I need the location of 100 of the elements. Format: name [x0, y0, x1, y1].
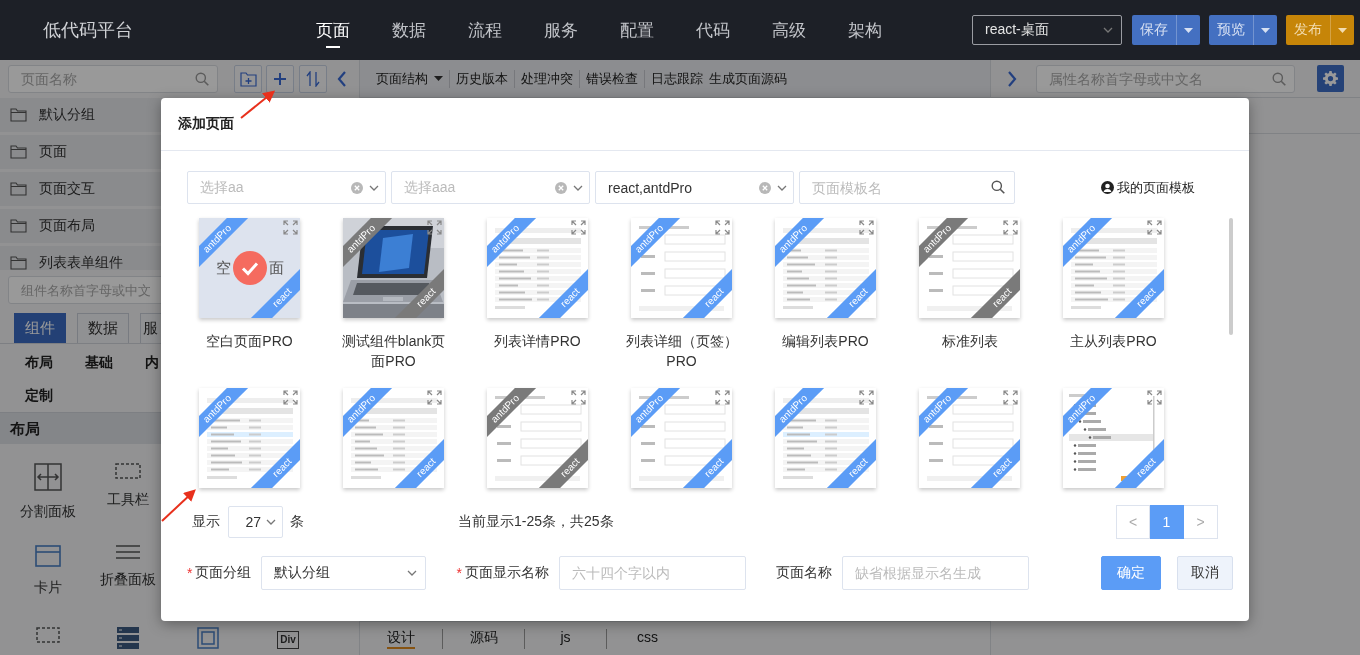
chevron-down-icon: [266, 519, 276, 525]
folder-icon: [10, 108, 27, 122]
chevron-down-icon: [777, 184, 787, 191]
editor-tab[interactable]: 源码: [469, 628, 498, 649]
caret-icon: [1184, 27, 1193, 33]
clear-icon[interactable]: [759, 181, 771, 194]
clear-icon[interactable]: [555, 181, 567, 194]
group-select[interactable]: 默认分组: [261, 556, 427, 590]
page-size-label: 显示: [192, 513, 220, 531]
dropdown-menu[interactable]: 页面结构: [376, 69, 449, 88]
search-icon: [991, 180, 1005, 194]
search-icon: [1272, 71, 1286, 86]
my-templates-link[interactable]: 我的页面模板: [1101, 178, 1195, 197]
category-tab[interactable]: 内: [145, 346, 159, 379]
dashed-box-icon[interactable]: [115, 463, 141, 479]
component-label: 分割面板: [20, 503, 76, 521]
chevron-down-icon: [1103, 27, 1113, 33]
split-panel-icon[interactable]: [34, 463, 62, 491]
toolbar-link[interactable]: 历史版本: [449, 69, 514, 88]
field-label: 页面分组: [195, 564, 252, 582]
template-name: 测试组件blank页面PRO: [340, 332, 447, 371]
dialog-title: 添加页面: [178, 115, 234, 133]
template-name: 标准列表: [940, 332, 999, 351]
action-button[interactable]: 保存: [1132, 15, 1176, 45]
cancel-button[interactable]: 取消: [1177, 556, 1233, 590]
panel-tab[interactable]: 数据: [77, 313, 129, 343]
text-field[interactable]: 缺省根据显示名生成: [841, 556, 1029, 590]
component-label: 工具栏: [107, 491, 149, 509]
toolbar-link[interactable]: 生成页面源码: [709, 69, 793, 88]
lines-icon[interactable]: [116, 545, 140, 559]
sort-button[interactable]: [299, 65, 327, 93]
search-field[interactable]: 页面模板名: [799, 171, 1015, 204]
thumbnail-text: 空: [215, 258, 231, 278]
settings-icon: [1323, 71, 1338, 86]
dropdown-toggle[interactable]: [1330, 15, 1354, 45]
category-tab[interactable]: 基础: [85, 346, 113, 379]
nav-tab[interactable]: 数据: [392, 0, 426, 60]
caret-icon: [434, 76, 443, 81]
check-icon: [232, 251, 267, 285]
user-icon: [1101, 181, 1114, 194]
page-size-unit: 条: [290, 513, 304, 531]
add-button[interactable]: [266, 65, 294, 93]
nav-tab[interactable]: 代码: [696, 0, 730, 60]
panel-tab[interactable]: 组件: [14, 313, 66, 343]
div-tag[interactable]: Div: [277, 631, 299, 649]
chevron-right-icon[interactable]: [1007, 70, 1017, 87]
settings-button[interactable]: [1317, 65, 1344, 92]
dashed-box-icon[interactable]: [36, 627, 60, 643]
scrollbar[interactable]: [1229, 218, 1233, 335]
editor-tab[interactable]: css: [637, 628, 658, 649]
required-mark: *: [187, 565, 193, 581]
list-icon[interactable]: [117, 627, 139, 649]
field-label: 页面显示名称: [464, 564, 549, 582]
page-size-select[interactable]: 27: [228, 506, 283, 538]
dropdown-toggle[interactable]: [1176, 15, 1200, 45]
dropdown-toggle[interactable]: [1253, 15, 1277, 45]
toolbar-link[interactable]: 日志跟踪: [644, 69, 709, 88]
template-name: 空白页面PRO: [205, 332, 294, 351]
field-label: 页面名称: [775, 564, 832, 582]
search-icon: [195, 72, 209, 86]
toolbar-link[interactable]: 处理冲突: [514, 69, 579, 88]
template-name: 编辑列表PRO: [781, 332, 870, 351]
component-label: 折叠面板: [100, 571, 156, 589]
chevron-left-icon[interactable]: [337, 71, 347, 87]
chevron-down-icon: [407, 570, 418, 576]
nav-tab[interactable]: 高级: [772, 0, 806, 60]
required-mark: *: [456, 565, 462, 581]
caret-icon: [1261, 27, 1270, 33]
expand-icon[interactable]: [427, 220, 442, 235]
folder-icon: [10, 182, 27, 196]
chevron-down-icon: [573, 184, 583, 191]
folder-icon: [10, 219, 27, 233]
chevron-down-icon: [369, 184, 379, 191]
caret-icon: [1338, 27, 1347, 33]
thumbnail-text: 面: [268, 258, 284, 278]
page-summary: 当前显示1-25条，共25条: [458, 513, 614, 531]
add-folder-button[interactable]: [234, 65, 262, 93]
category-tab[interactable]: 布局: [25, 346, 53, 379]
category-tab[interactable]: 定制: [25, 379, 53, 412]
nav-tab[interactable]: 架构: [848, 0, 882, 60]
text-field[interactable]: 六十四个字以内: [558, 556, 746, 590]
component-label: 卡片: [34, 579, 62, 597]
filter-select[interactable]: react,antdPro: [595, 171, 794, 204]
nav-tab[interactable]: 配置: [620, 0, 654, 60]
template-name: 列表详情PRO: [493, 332, 582, 351]
card-icon[interactable]: [35, 545, 61, 567]
nav-tab[interactable]: 流程: [468, 0, 502, 60]
editor-tab[interactable]: js: [560, 628, 571, 649]
toolbar-link[interactable]: 错误检查: [579, 69, 644, 88]
clear-icon[interactable]: [351, 181, 363, 194]
folder-plus-icon: [239, 71, 257, 87]
folder-icon: [10, 256, 27, 270]
sort-icon: [306, 71, 320, 87]
frame-icon[interactable]: [197, 627, 219, 649]
plus-icon: [274, 73, 286, 85]
folder-icon: [10, 145, 27, 159]
editor-tab[interactable]: 设计: [387, 628, 415, 649]
action-button[interactable]: 预览: [1209, 15, 1253, 45]
app-select[interactable]: react-桌面: [972, 15, 1122, 45]
nav-tab[interactable]: 服务: [544, 0, 578, 60]
